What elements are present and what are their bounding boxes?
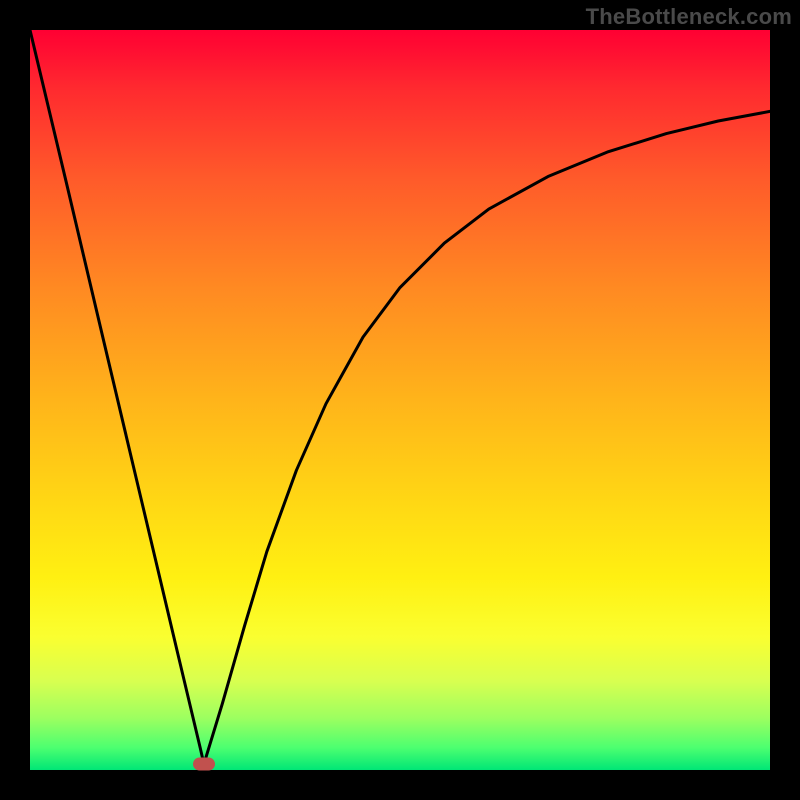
bottleneck-curve — [30, 30, 770, 770]
watermark-text: TheBottleneck.com — [586, 4, 792, 30]
minimum-marker — [193, 758, 215, 771]
chart-frame: TheBottleneck.com — [0, 0, 800, 800]
